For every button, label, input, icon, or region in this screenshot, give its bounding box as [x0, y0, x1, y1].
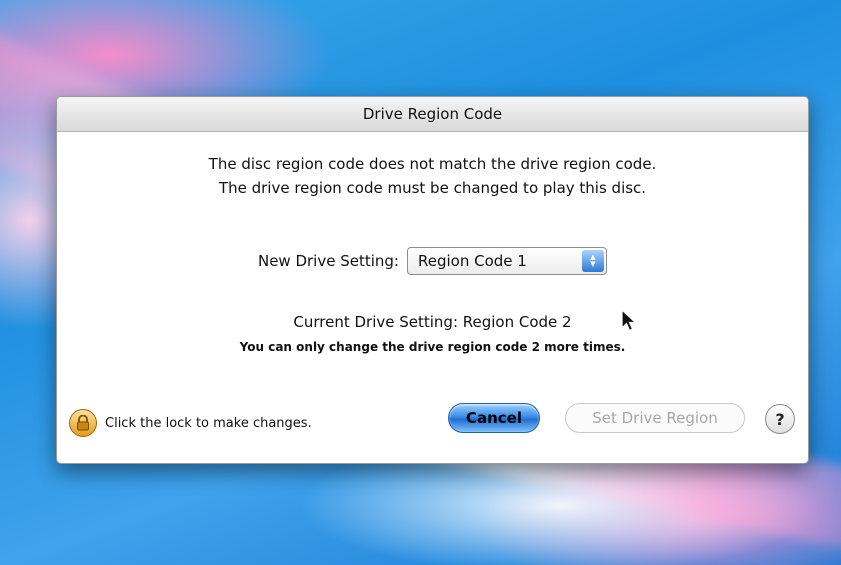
current-setting: Current Drive Setting: Region Code 2	[293, 313, 572, 331]
lock-area: Click the lock to make changes.	[69, 409, 312, 437]
drive-region-dialog: Drive Region Code The disc region code d…	[56, 96, 809, 464]
dialog-titlebar: Drive Region Code	[57, 97, 808, 132]
cancel-button[interactable]: Cancel	[448, 403, 540, 433]
region-select[interactable]: Region Code 1 ▲ ▼	[407, 247, 607, 275]
up-down-chevron-icon[interactable]: ▲ ▼	[582, 250, 604, 272]
region-select-value: Region Code 1	[418, 252, 527, 270]
lock-icon[interactable]	[69, 409, 97, 437]
help-icon[interactable]: ?	[765, 404, 795, 434]
new-setting-row: New Drive Setting: Region Code 1 ▲ ▼	[57, 247, 808, 275]
message-line-1: The disc region code does not match the …	[208, 155, 657, 173]
change-limit-warning: You can only change the drive region cod…	[239, 340, 626, 354]
set-drive-region-button[interactable]: Set Drive Region	[565, 403, 745, 433]
message-line-2: The drive region code must be changed to…	[218, 179, 647, 197]
lock-instruction: Click the lock to make changes.	[105, 415, 312, 431]
dialog-title: Drive Region Code	[362, 105, 503, 123]
new-setting-label: New Drive Setting:	[257, 252, 399, 270]
mouse-pointer-icon	[621, 308, 638, 332]
dialog-message: The disc region code does not match the …	[57, 152, 808, 200]
